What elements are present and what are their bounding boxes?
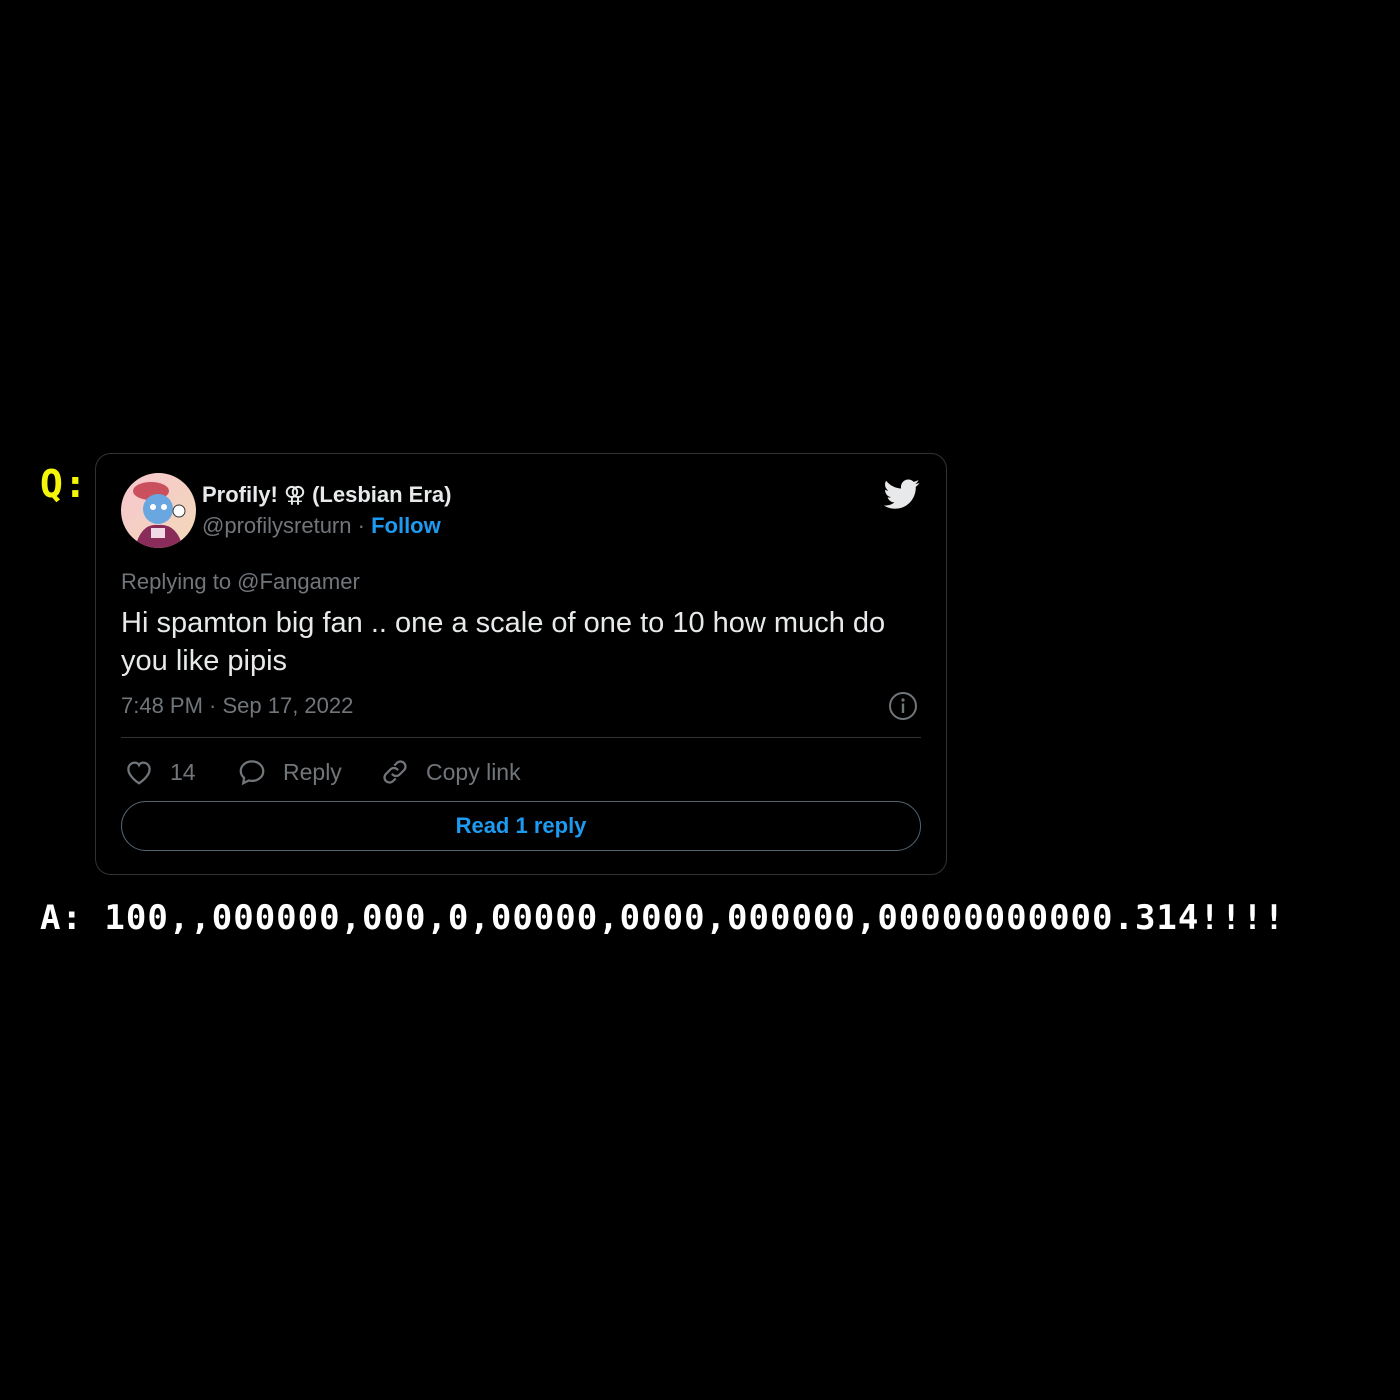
replying-to[interactable]: Replying to @Fangamer bbox=[121, 569, 360, 595]
avatar-image bbox=[121, 473, 196, 548]
author-handle[interactable]: @profilysreturn bbox=[202, 513, 352, 538]
tweet-card[interactable]: Profily! ⚢ (Lesbian Era) @profilysreturn… bbox=[95, 453, 947, 875]
read-replies-button[interactable]: Read 1 reply bbox=[121, 801, 921, 851]
copy-link-label: Copy link bbox=[426, 758, 521, 785]
link-icon bbox=[383, 760, 407, 784]
twitter-bird-icon[interactable] bbox=[884, 476, 920, 512]
heart-icon bbox=[127, 761, 151, 785]
reply-label: Reply bbox=[283, 758, 342, 785]
tweet-timestamp[interactable]: 7:48 PM · Sep 17, 2022 bbox=[121, 693, 353, 719]
separator: · bbox=[357, 513, 365, 538]
like-count: 14 bbox=[170, 758, 196, 785]
speech-bubble-icon bbox=[239, 760, 265, 786]
divider bbox=[121, 737, 921, 738]
like-button[interactable]: 14 bbox=[124, 754, 196, 790]
author-name[interactable]: Profily! ⚢ (Lesbian Era) bbox=[202, 482, 451, 508]
info-icon[interactable] bbox=[888, 691, 918, 721]
handle-row: @profilysreturn · Follow bbox=[202, 513, 441, 539]
answer-text: A: 100,,000000,000,0,00000,0000,000000,0… bbox=[40, 898, 1286, 938]
reply-button[interactable]: Reply bbox=[237, 754, 342, 790]
follow-button[interactable]: Follow bbox=[371, 513, 441, 538]
tweet-text: Hi spamton big fan .. one a scale of one… bbox=[121, 607, 886, 677]
avatar[interactable] bbox=[121, 473, 196, 548]
copy-link-button[interactable]: Copy link bbox=[380, 754, 521, 790]
question-label: Q: bbox=[40, 462, 88, 506]
